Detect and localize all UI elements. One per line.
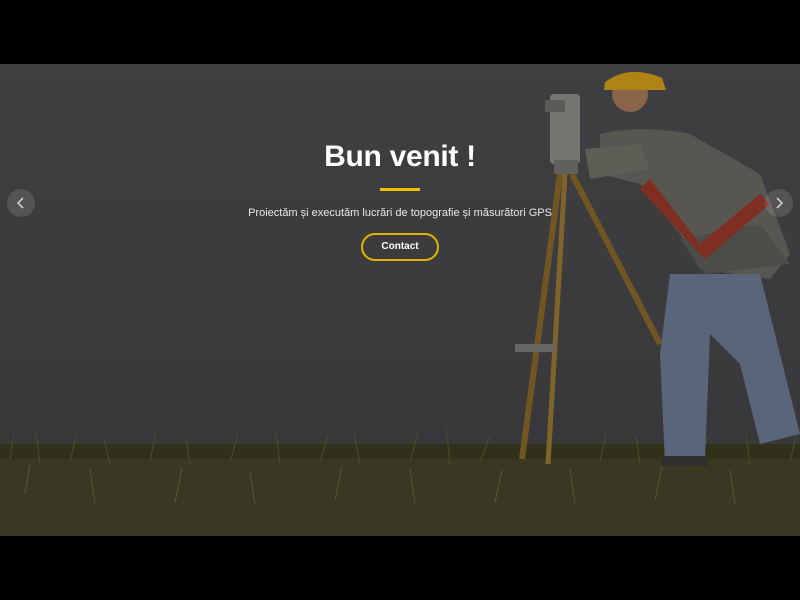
- title-divider: [380, 188, 420, 191]
- hero-subtitle: Proiectăm și executăm lucrări de topogra…: [248, 207, 552, 219]
- hero-slider: Bun venit ! Proiectăm și executăm lucrăr…: [0, 64, 800, 536]
- slider-prev-button[interactable]: [7, 189, 35, 217]
- contact-button[interactable]: Contact: [361, 233, 439, 261]
- chevron-left-icon: [16, 197, 24, 209]
- hero-content: Bun venit ! Proiectăm și executăm lucrăr…: [200, 140, 600, 261]
- chevron-right-icon: [776, 197, 784, 209]
- hero-overlay: [0, 64, 800, 536]
- hero-title: Bun venit !: [324, 140, 476, 173]
- slider-next-button[interactable]: [765, 189, 793, 217]
